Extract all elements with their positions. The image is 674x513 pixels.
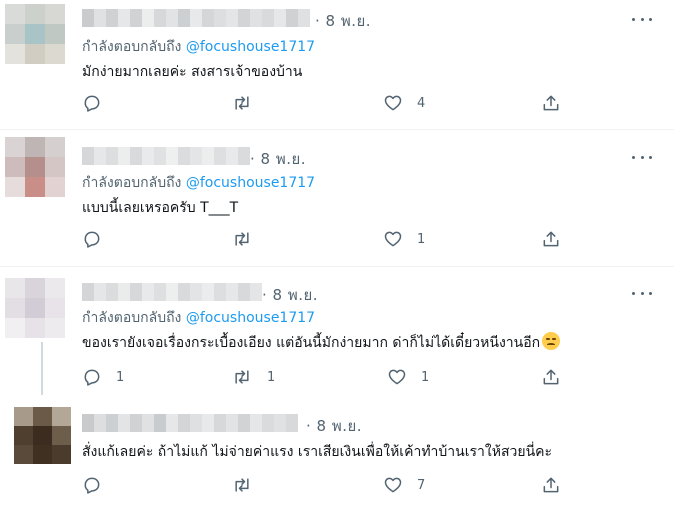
share-icon bbox=[543, 369, 559, 385]
more-icon[interactable] bbox=[632, 152, 652, 162]
avatar[interactable] bbox=[5, 137, 65, 197]
tweet-date[interactable]: · 8 พ.ย. bbox=[315, 9, 371, 33]
share-button[interactable] bbox=[541, 93, 561, 113]
like-button[interactable]: 4 bbox=[383, 93, 425, 113]
like-count: 1 bbox=[421, 369, 430, 385]
like-button[interactable]: 1 bbox=[383, 229, 425, 249]
tweet-date[interactable]: · 8 พ.ย. bbox=[250, 147, 306, 171]
reply-icon bbox=[84, 95, 100, 112]
reply-button[interactable] bbox=[82, 229, 116, 249]
disappointed-face-emoji bbox=[542, 332, 561, 350]
retweet-icon bbox=[235, 478, 249, 492]
blurred-username[interactable] bbox=[82, 283, 262, 301]
share-icon bbox=[543, 95, 559, 111]
replying-to: กำลังตอบกลับถึง @focushouse1717 bbox=[82, 172, 315, 194]
share-button[interactable] bbox=[541, 475, 561, 495]
blurred-username[interactable] bbox=[82, 414, 298, 432]
blurred-username[interactable] bbox=[82, 147, 250, 165]
reply-icon bbox=[84, 477, 100, 494]
reply-icon bbox=[84, 369, 100, 386]
heart-icon bbox=[388, 369, 406, 385]
share-icon bbox=[543, 477, 559, 493]
tweet-text-row: ของเรายังเจอเรื่องกระเบื้องเอียง แต่อันน… bbox=[82, 332, 561, 354]
avatar[interactable] bbox=[5, 278, 65, 338]
like-count: 4 bbox=[417, 95, 426, 111]
reply-button[interactable] bbox=[82, 93, 116, 113]
tweet-text: มักง่ายมากเลยค่ะ สงสารเจ้าของบ้าน bbox=[82, 64, 303, 80]
retweet-count: 1 bbox=[267, 369, 276, 385]
avatar[interactable] bbox=[14, 407, 71, 464]
replying-handle-link[interactable]: @focushouse1717 bbox=[186, 175, 315, 191]
tweet-3[interactable]: · 8 พ.ย. กำลังตอบกลับถึง @focushouse1717… bbox=[0, 267, 674, 395]
like-button[interactable]: 7 bbox=[383, 475, 425, 495]
replying-handle-link[interactable]: @focushouse1717 bbox=[186, 310, 315, 326]
share-button[interactable] bbox=[541, 367, 561, 387]
replying-label: กำลังตอบกลับถึง bbox=[82, 310, 182, 326]
reply-button[interactable] bbox=[82, 475, 116, 495]
retweet-button[interactable] bbox=[231, 93, 267, 113]
like-count: 7 bbox=[417, 477, 426, 493]
tweet-date[interactable]: · 8 พ.ย. bbox=[262, 283, 318, 307]
thread-line bbox=[41, 342, 43, 395]
retweet-icon bbox=[235, 232, 249, 246]
avatar[interactable] bbox=[5, 4, 65, 64]
replying-label: กำลังตอบกลับถึง bbox=[82, 39, 182, 55]
replying-to: กำลังตอบกลับถึง @focushouse1717 bbox=[82, 307, 315, 329]
blurred-username[interactable] bbox=[82, 9, 310, 27]
reply-icon bbox=[84, 231, 100, 248]
like-button[interactable]: 1 bbox=[387, 367, 429, 387]
retweet-button[interactable]: 1 bbox=[231, 367, 275, 387]
reply-button[interactable]: 1 bbox=[82, 367, 124, 387]
heart-icon bbox=[384, 477, 402, 493]
retweet-icon bbox=[235, 96, 249, 110]
heart-icon bbox=[384, 95, 402, 111]
like-count: 1 bbox=[417, 231, 426, 247]
share-icon bbox=[543, 231, 559, 247]
more-icon[interactable] bbox=[632, 288, 652, 298]
tweet-text: ของเรายังเจอเรื่องกระเบื้องเอียง แต่อันน… bbox=[82, 335, 541, 351]
retweet-button[interactable] bbox=[231, 475, 267, 495]
tweet-4[interactable]: · 8 พ.ย. สั่งแก้เลยค่ะ ถ้าไม่แก้ ไม่จ่าย… bbox=[0, 395, 674, 513]
tweet-text: สั่งแก้เลยค่ะ ถ้าไม่แก้ ไม่จ่ายค่าแรง เร… bbox=[82, 444, 553, 460]
tweet-1[interactable]: · 8 พ.ย. กำลังตอบกลับถึง @focushouse1717… bbox=[0, 0, 674, 128]
tweet-text: แบบนี้เลยเหรอครับ T___T bbox=[82, 200, 239, 216]
retweet-icon bbox=[235, 370, 249, 384]
replying-to: กำลังตอบกลับถึง @focushouse1717 bbox=[82, 36, 315, 58]
more-icon[interactable] bbox=[632, 14, 652, 24]
retweet-button[interactable] bbox=[231, 229, 267, 249]
tweet-2[interactable]: · 8 พ.ย. กำลังตอบกลับถึง @focushouse1717… bbox=[0, 130, 674, 266]
reply-count: 1 bbox=[116, 369, 125, 385]
replying-label: กำลังตอบกลับถึง bbox=[82, 175, 182, 191]
heart-icon bbox=[384, 231, 402, 247]
replying-handle-link[interactable]: @focushouse1717 bbox=[186, 39, 315, 55]
share-button[interactable] bbox=[541, 229, 561, 249]
tweet-date[interactable]: · 8 พ.ย. bbox=[306, 414, 362, 438]
